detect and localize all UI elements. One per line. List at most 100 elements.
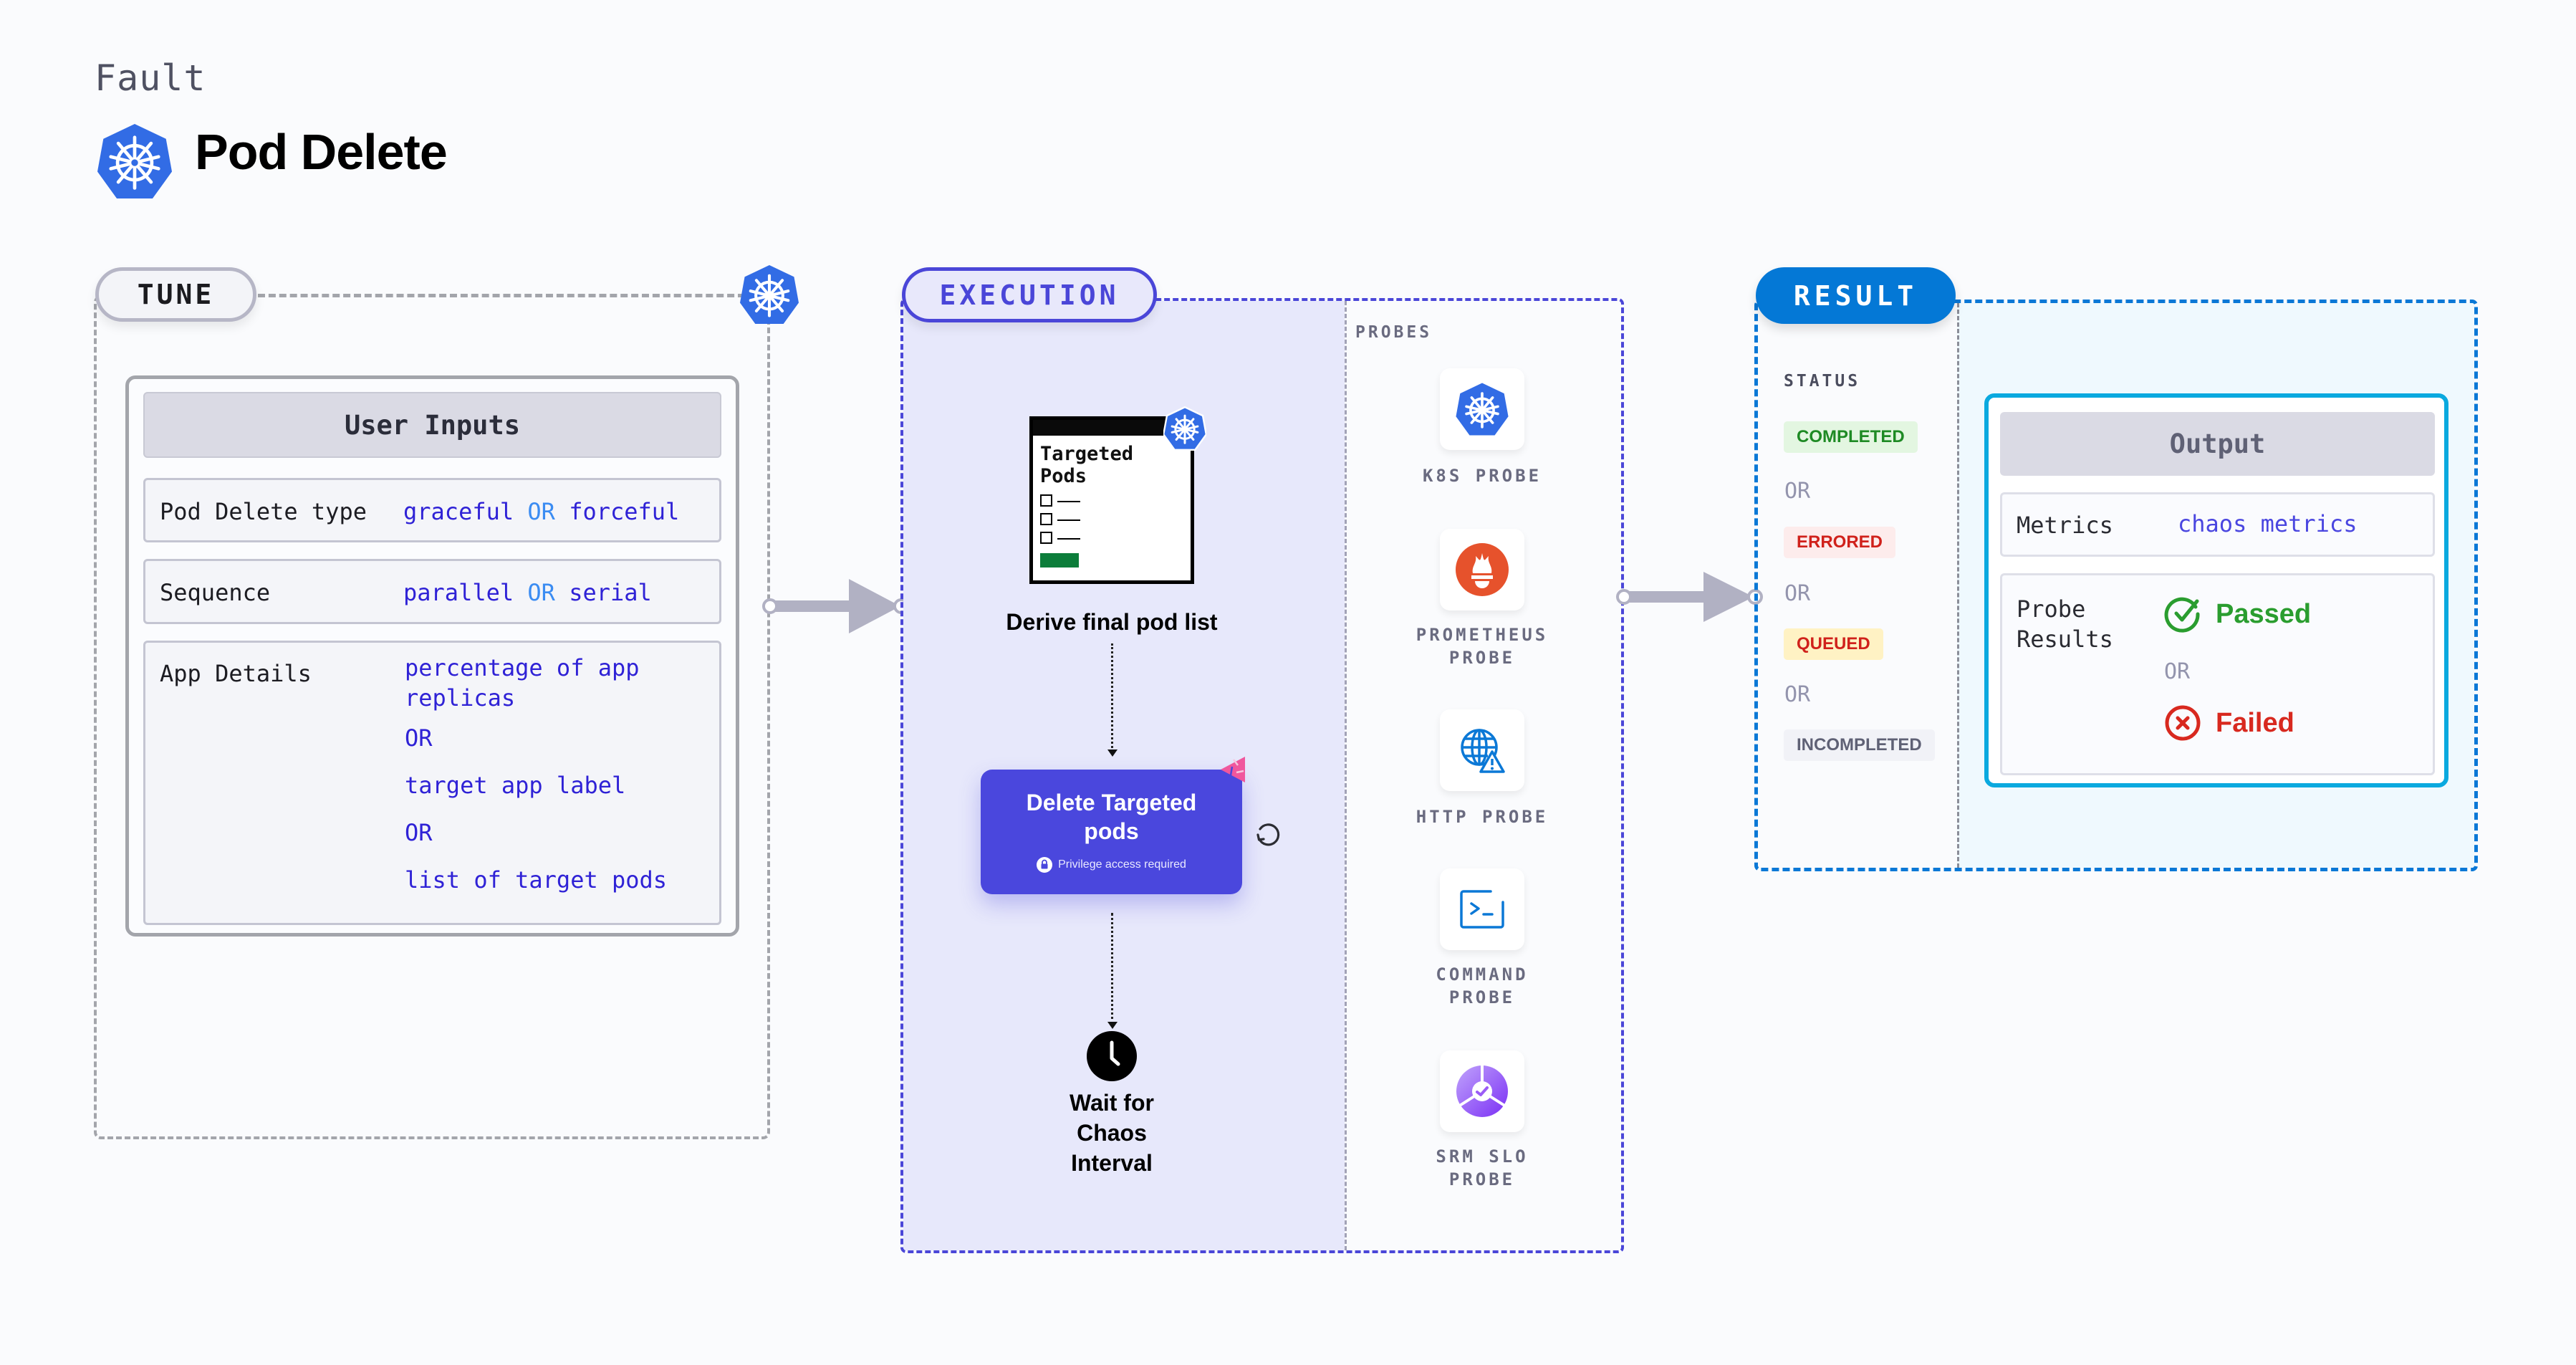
terminal-icon bbox=[1460, 890, 1504, 929]
page-title: Pod Delete bbox=[195, 124, 448, 180]
or-separator: OR bbox=[405, 819, 433, 846]
or-separator: OR bbox=[2164, 659, 2191, 684]
probe-results-label-line2: Results bbox=[2017, 626, 2113, 653]
list-line bbox=[1057, 501, 1080, 502]
or-separator: OR bbox=[1784, 581, 1811, 606]
probe-http[interactable] bbox=[1440, 709, 1524, 791]
sequence-values: parallel OR serial bbox=[403, 579, 652, 606]
option-parallel: parallel bbox=[403, 579, 514, 606]
status-badge-incompleted: INCOMPLETED bbox=[1784, 729, 1935, 761]
output-header: Output bbox=[2000, 412, 2435, 476]
status-heading: STATUS bbox=[1784, 372, 1861, 391]
probe-prometheus-label: PROMETHEUS PROBE bbox=[1416, 625, 1549, 668]
app-details-row: App Details percentage of app replicas O… bbox=[143, 641, 721, 925]
list-line bbox=[1057, 538, 1080, 540]
option-graceful: graceful bbox=[403, 498, 514, 525]
option-forceful: forceful bbox=[569, 498, 680, 525]
or-separator: OR bbox=[1784, 479, 1811, 504]
probe-command-label: COMMAND PROBE bbox=[1436, 964, 1529, 1007]
repeat-icon bbox=[1256, 823, 1280, 846]
failed-label: Failed bbox=[2216, 707, 2294, 738]
arrow-down-icon bbox=[1107, 1022, 1118, 1029]
check-circle-icon bbox=[2164, 597, 2200, 633]
user-inputs-header: User Inputs bbox=[143, 392, 721, 458]
probe-http-label: HTTP PROBE bbox=[1416, 807, 1549, 827]
metrics-value: chaos metrics bbox=[2178, 510, 2358, 537]
pod-list-title-line1: Targeted bbox=[1040, 443, 1134, 465]
user-inputs-card: User Inputs Pod Delete type graceful OR … bbox=[125, 375, 739, 937]
flow-connector bbox=[1111, 643, 1113, 752]
checkbox-icon bbox=[1040, 494, 1052, 507]
sequence-row: Sequence parallel OR serial bbox=[143, 559, 721, 624]
clock-icon bbox=[1087, 1031, 1137, 1081]
app-details-label: App Details bbox=[160, 660, 312, 687]
probe-results-label: Probe Results bbox=[2017, 594, 2113, 654]
or-separator: OR bbox=[405, 724, 433, 752]
or-separator: OR bbox=[527, 579, 555, 606]
tune-pill: TUNE bbox=[95, 267, 256, 322]
probe-k8s-label: K8S PROBE bbox=[1422, 466, 1542, 486]
or-separator: OR bbox=[1784, 682, 1811, 707]
probe-k8s[interactable] bbox=[1440, 368, 1524, 450]
sequence-label: Sequence bbox=[160, 579, 271, 606]
fault-label: Fault bbox=[95, 57, 206, 99]
pod-list-title: Targeted Pods bbox=[1040, 443, 1133, 487]
kubernetes-icon bbox=[97, 124, 172, 198]
probe-result-passed: Passed bbox=[2164, 595, 2311, 633]
status-badge-errored: ERRORED bbox=[1784, 527, 1896, 558]
confirm-bar bbox=[1040, 553, 1079, 567]
pod-delete-type-row: Pod Delete type graceful OR forceful bbox=[143, 478, 721, 542]
x-circle-icon bbox=[2165, 705, 2201, 741]
probe-command[interactable] bbox=[1440, 868, 1524, 950]
privilege-note-text: Privilege access required bbox=[1058, 858, 1186, 871]
list-line bbox=[1057, 519, 1080, 521]
tune-divider-line bbox=[258, 294, 745, 297]
probes-heading: PROBES bbox=[1355, 323, 1433, 342]
privilege-note: Privilege access required bbox=[981, 857, 1242, 873]
probe-results-label-line1: Probe bbox=[2017, 595, 2086, 623]
arrow-down-icon bbox=[1107, 749, 1118, 757]
flow-arrow-head bbox=[1703, 572, 1754, 622]
pod-delete-type-label: Pod Delete type bbox=[160, 498, 367, 525]
delete-targeted-pods-title: Delete Targeted pods bbox=[1026, 790, 1197, 844]
probe-srm-slo-label: SRM SLO PROBE bbox=[1436, 1146, 1529, 1189]
step-wait-for-chaos-interval: Wait for Chaos Interval bbox=[1070, 1090, 1154, 1176]
kubernetes-icon bbox=[740, 265, 799, 324]
flow-connector bbox=[1111, 913, 1113, 1025]
globe-warning-icon bbox=[1461, 729, 1505, 773]
option-list-of-target-pods: list of target pods bbox=[405, 866, 668, 894]
probe-results-row: Probe Results Passed OR Failed bbox=[2000, 573, 2435, 775]
lock-icon bbox=[1037, 857, 1053, 873]
status-badge-queued: QUEUED bbox=[1784, 628, 1883, 660]
output-card: Output Metrics chaos metrics Probe Resul… bbox=[1984, 393, 2448, 787]
checkbox-icon bbox=[1040, 532, 1052, 544]
probe-prometheus[interactable] bbox=[1440, 529, 1524, 610]
option-percentage-of-app-replicas: percentage of app replicas bbox=[405, 654, 640, 712]
connector-dot bbox=[762, 598, 778, 614]
pod-delete-type-values: graceful OR forceful bbox=[403, 498, 679, 525]
option-serial: serial bbox=[569, 579, 652, 606]
option-target-app-label: target app label bbox=[405, 772, 626, 799]
pod-list-title-line2: Pods bbox=[1040, 465, 1087, 487]
chaos-badge-icon bbox=[1221, 757, 1245, 782]
result-pill: RESULT bbox=[1756, 267, 1956, 324]
or-separator: OR bbox=[527, 498, 555, 525]
passed-label: Passed bbox=[2216, 598, 2312, 629]
slo-icon bbox=[1456, 1065, 1508, 1117]
step-derive-final-pod-list: Derive final pod list bbox=[1006, 609, 1218, 635]
probe-srm-slo[interactable] bbox=[1440, 1050, 1524, 1132]
step-delete-targeted-pods: Delete Targeted pods Privilege access re… bbox=[981, 770, 1242, 894]
flow-arrow-line bbox=[770, 600, 856, 612]
connector-dot bbox=[1616, 589, 1632, 605]
prometheus-icon bbox=[1456, 543, 1509, 596]
execution-divider bbox=[1345, 301, 1347, 1250]
checkbox-icon bbox=[1040, 513, 1052, 525]
result-divider bbox=[1957, 303, 1959, 868]
flow-arrow-line bbox=[1624, 591, 1710, 603]
execution-pill: EXECUTION bbox=[902, 267, 1157, 322]
probe-result-failed: Failed bbox=[2164, 704, 2294, 742]
kubernetes-icon bbox=[1456, 383, 1509, 436]
metrics-label: Metrics bbox=[2017, 512, 2113, 539]
kubernetes-icon bbox=[1163, 406, 1206, 451]
status-badge-completed: COMPLETED bbox=[1784, 421, 1918, 453]
